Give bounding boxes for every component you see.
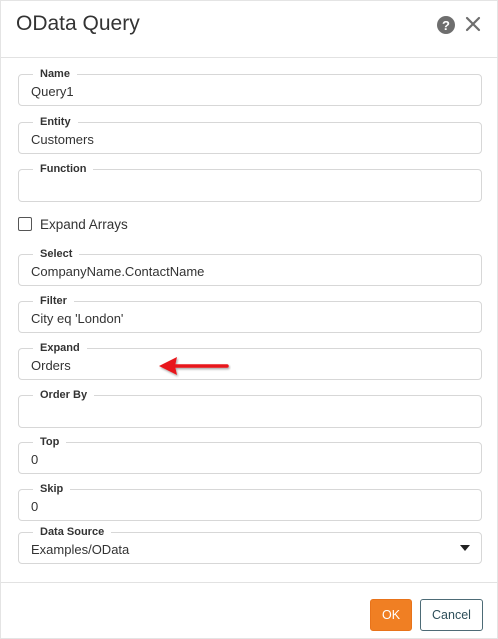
help-icon[interactable]: ? xyxy=(437,16,455,34)
chevron-down-icon[interactable] xyxy=(460,545,470,551)
select-field[interactable]: Select CompanyName.ContactName xyxy=(18,247,482,286)
odata-query-dialog: OData Query ? Name Query1 Entity Custome… xyxy=(0,0,498,639)
expand-value: Orders xyxy=(31,358,71,373)
top-label: Top xyxy=(33,435,67,449)
expand-field[interactable]: Expand Orders xyxy=(18,341,482,380)
ok-button[interactable]: OK xyxy=(370,599,412,631)
filter-label: Filter xyxy=(33,294,74,308)
dialog-footer: OK Cancel xyxy=(1,582,498,639)
data-source-label: Data Source xyxy=(33,525,112,539)
entity-field[interactable]: Entity Customers xyxy=(18,115,482,154)
top-value: 0 xyxy=(31,452,39,467)
red-arrow-icon xyxy=(159,357,229,375)
data-source-select[interactable]: Data Source Examples/OData xyxy=(18,525,482,564)
function-field[interactable]: Function xyxy=(18,162,482,202)
expand-arrays-row[interactable]: Expand Arrays xyxy=(18,215,128,233)
data-source-value: Examples/OData xyxy=(31,542,130,557)
close-icon[interactable] xyxy=(462,13,484,35)
expand-arrays-label: Expand Arrays xyxy=(40,216,128,232)
entity-value: Customers xyxy=(31,132,94,147)
cancel-button[interactable]: Cancel xyxy=(420,599,483,631)
function-label: Function xyxy=(33,162,94,176)
name-label: Name xyxy=(33,67,77,81)
entity-label: Entity xyxy=(33,115,78,129)
top-field[interactable]: Top 0 xyxy=(18,435,482,474)
skip-field[interactable]: Skip 0 xyxy=(18,482,482,521)
order-by-field[interactable]: Order By xyxy=(18,388,482,428)
select-label: Select xyxy=(33,247,80,261)
filter-field[interactable]: Filter City eq 'London' xyxy=(18,294,482,333)
dialog-header: OData Query ? xyxy=(1,1,498,58)
name-field[interactable]: Name Query1 xyxy=(18,67,482,106)
filter-value: City eq 'London' xyxy=(31,311,124,326)
dialog-title: OData Query xyxy=(16,12,140,35)
order-by-label: Order By xyxy=(33,388,95,402)
expand-label: Expand xyxy=(33,341,87,355)
skip-value: 0 xyxy=(31,499,39,514)
skip-label: Skip xyxy=(33,482,71,496)
expand-arrays-checkbox[interactable] xyxy=(18,217,32,231)
select-value: CompanyName.ContactName xyxy=(31,264,205,279)
name-value: Query1 xyxy=(31,84,74,99)
